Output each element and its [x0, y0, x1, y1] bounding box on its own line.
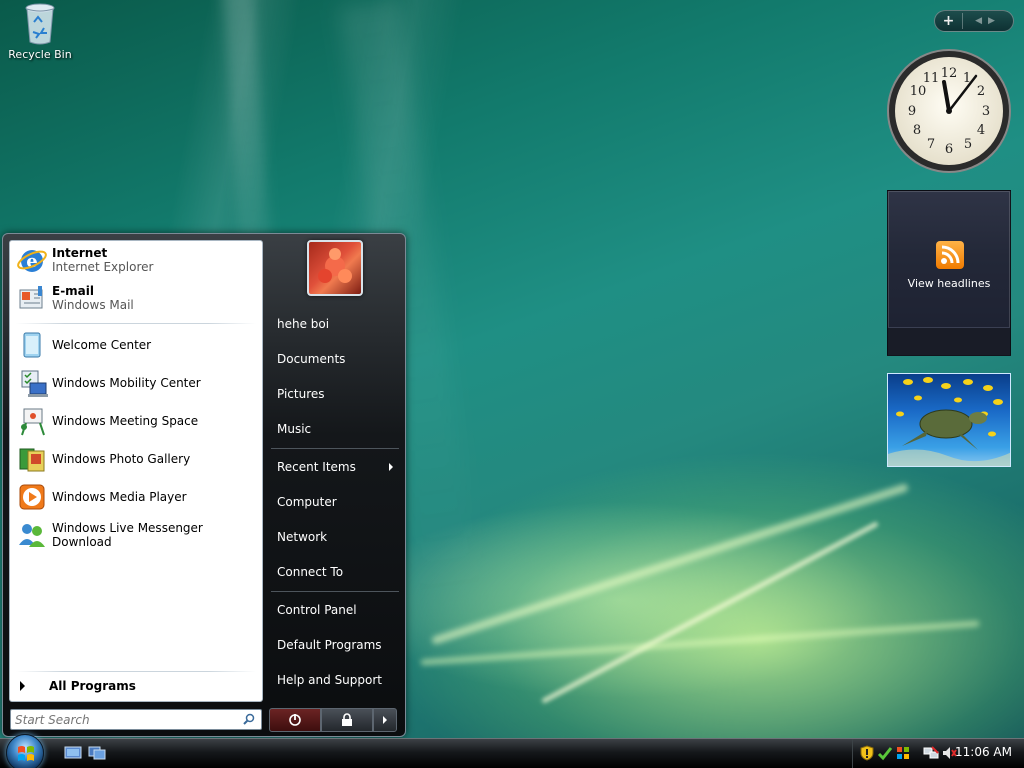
network-icon[interactable]: [923, 745, 939, 761]
svg-text:3: 3: [982, 104, 990, 119]
rss-icon: [936, 241, 964, 269]
wallpaper-streak: [420, 620, 980, 666]
svg-text:7: 7: [927, 137, 935, 152]
program-title: E-mail: [52, 284, 95, 298]
pinned-internet-explorer[interactable]: e Internet Internet Explorer: [16, 243, 258, 277]
program-label: Windows Media Player: [52, 490, 187, 504]
svg-text:9: 9: [908, 104, 916, 119]
menu-separator: [16, 671, 256, 672]
program-label: Windows Mobility Center: [52, 376, 201, 390]
recent-media-player[interactable]: Windows Media Player: [16, 480, 258, 514]
recent-mobility-center[interactable]: Windows Mobility Center: [16, 366, 258, 400]
recent-welcome-center[interactable]: Welcome Center: [16, 328, 258, 362]
right-item-control-panel[interactable]: Control Panel: [275, 595, 399, 625]
search-icon[interactable]: [243, 713, 255, 725]
program-label: Windows Photo Gallery: [52, 452, 191, 466]
right-item-connect-to[interactable]: Connect To: [275, 557, 399, 587]
program-title: Internet: [52, 246, 108, 260]
messenger-icon: [16, 519, 48, 551]
feed-headlines-gadget[interactable]: View headlines: [887, 190, 1011, 356]
clock-gadget[interactable]: 12 1 2 345 678 9 10 11: [886, 48, 1012, 174]
show-desktop-icon[interactable]: [64, 745, 82, 761]
arrow-right-icon: [383, 716, 387, 724]
windows-logo-icon: [18, 746, 34, 761]
svg-text:10: 10: [910, 84, 927, 99]
program-label: Windows Live Messenger Download: [52, 521, 203, 549]
recent-photo-gallery[interactable]: Windows Photo Gallery: [16, 442, 258, 476]
right-item-pictures[interactable]: Pictures: [275, 379, 399, 409]
start-search-input[interactable]: [11, 710, 231, 729]
power-icon: [289, 714, 301, 726]
chevron-right-icon: [389, 463, 393, 471]
lock-icon: [342, 713, 352, 726]
program-label: Welcome Center: [52, 338, 152, 352]
sea-turtle-photo: [888, 377, 1010, 466]
start-button[interactable]: [6, 734, 44, 768]
svg-text:12: 12: [941, 66, 958, 81]
svg-text:8: 8: [913, 123, 921, 138]
svg-text:6: 6: [945, 142, 953, 157]
recent-items-label: Recent Items: [277, 460, 356, 474]
right-item-recent-items[interactable]: Recent Items: [275, 452, 399, 482]
right-item-music[interactable]: Music: [275, 414, 399, 444]
windows-update-icon[interactable]: [877, 745, 893, 761]
svg-text:11: 11: [923, 71, 940, 86]
power-controls: [269, 708, 397, 732]
menu-separator: [271, 448, 399, 449]
analog-clock-face: 12 12 345 678 91011: [887, 49, 1011, 173]
user-picture[interactable]: [307, 240, 363, 296]
welcome-center-icon: [16, 329, 48, 361]
start-menu-programs-pane: e Internet Internet Explorer E-mail Wind…: [9, 240, 263, 702]
program-label: Windows Meeting Space: [52, 414, 199, 428]
all-programs-button[interactable]: All Programs: [20, 679, 136, 693]
windows-mail-icon: [16, 282, 48, 314]
sidebar-nav-arrows[interactable]: ◀▶: [963, 16, 1013, 26]
desktop-icon-recycle-bin[interactable]: Recycle Bin: [6, 2, 74, 61]
right-item-computer[interactable]: Computer: [275, 487, 399, 517]
right-item-network[interactable]: Network: [275, 522, 399, 552]
slideshow-gadget[interactable]: [887, 373, 1011, 467]
start-menu: e Internet Internet Explorer E-mail Wind…: [2, 233, 406, 737]
recycle-bin-icon: [24, 2, 56, 45]
recent-meeting-space[interactable]: Windows Meeting Space: [16, 404, 258, 438]
notification-area: 11:06 AM: [852, 739, 1024, 768]
svg-text:5: 5: [964, 137, 972, 152]
taskbar-clock[interactable]: 11:06 AM: [955, 745, 1012, 759]
start-search-box[interactable]: [10, 709, 262, 730]
all-programs-label: All Programs: [49, 679, 136, 693]
svg-text:2: 2: [977, 84, 985, 99]
switch-windows-icon[interactable]: [88, 745, 106, 761]
internet-explorer-icon: e: [16, 244, 48, 276]
wallpaper-streak: [541, 521, 879, 704]
sidebar-controls: + ◀▶: [934, 10, 1014, 32]
shutdown-options-button[interactable]: [373, 708, 397, 732]
mobility-center-icon: [16, 367, 48, 399]
right-item-default-programs[interactable]: Default Programs: [275, 630, 399, 660]
right-item-help-and-support[interactable]: Help and Support: [275, 665, 399, 695]
menu-separator: [271, 591, 399, 592]
menu-separator: [16, 323, 256, 324]
media-player-icon: [16, 481, 48, 513]
arrow-right-icon: [20, 681, 25, 691]
program-subtitle: Internet Explorer: [52, 260, 154, 274]
recent-live-messenger[interactable]: Windows Live Messenger Download: [16, 518, 258, 552]
lock-button[interactable]: [321, 708, 373, 732]
right-item-user-folder[interactable]: hehe boi: [275, 309, 399, 339]
add-gadget-button[interactable]: +: [935, 13, 963, 29]
svg-text:4: 4: [977, 123, 985, 138]
power-button[interactable]: [269, 708, 321, 732]
program-subtitle: Windows Mail: [52, 298, 134, 312]
view-headlines-link[interactable]: View headlines: [888, 277, 1010, 290]
right-item-documents[interactable]: Documents: [275, 344, 399, 374]
security-shield-icon[interactable]: [859, 745, 875, 761]
windows-flag-icon[interactable]: [895, 745, 911, 761]
meeting-space-icon: [16, 405, 48, 437]
desktop-icon-label: Recycle Bin: [8, 48, 72, 61]
flower-user-picture: [318, 248, 352, 283]
photo-gallery-icon: [16, 443, 48, 475]
wallpaper-streak: [430, 482, 910, 646]
pinned-windows-mail[interactable]: E-mail Windows Mail: [16, 281, 258, 315]
gadget-footer: [888, 327, 1010, 355]
